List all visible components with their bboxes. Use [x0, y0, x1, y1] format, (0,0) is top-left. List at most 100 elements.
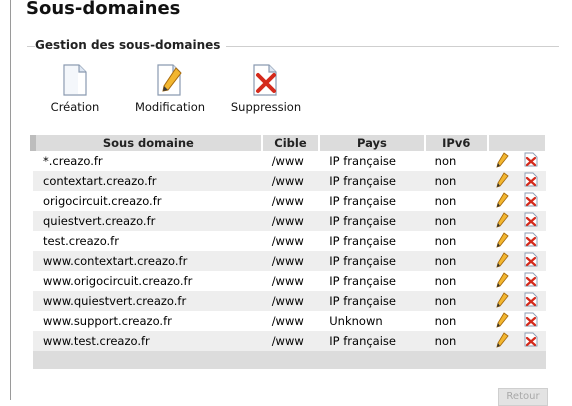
table-row: *.creazo.fr/www IP française non [33, 151, 546, 171]
modify-label: Modification [134, 100, 206, 114]
cell-country: IP française [319, 231, 425, 251]
cell-target: /www [261, 311, 320, 331]
cell-ipv6: non [424, 331, 488, 351]
table-row: origocircuit.creazo.fr/www IP française no… [33, 191, 546, 211]
pencil-icon[interactable] [495, 291, 509, 311]
delete-icon[interactable] [524, 192, 538, 210]
cell-subdomain: contextart.creazo.fr [33, 171, 262, 191]
cell-country: IP française [319, 251, 425, 271]
delete-icon[interactable] [524, 312, 538, 330]
subdomains-table: Sous domaine Cible Pays IPv6 *.creazo.fr… [30, 135, 548, 369]
column-header-target: Cible [261, 135, 321, 151]
cell-edit [487, 331, 517, 351]
delete-label: Suppression [230, 100, 302, 114]
left-frame-border [0, 0, 11, 400]
cell-target: /www [261, 291, 320, 311]
cell-delete [516, 271, 546, 291]
create-button[interactable]: Création [48, 64, 102, 114]
cell-ipv6: non [424, 211, 488, 231]
cell-target: /www [261, 211, 320, 231]
pencil-icon[interactable] [495, 271, 509, 291]
delete-icon[interactable] [524, 152, 538, 170]
pencil-icon[interactable] [495, 251, 509, 271]
cell-ipv6: non [424, 231, 488, 251]
cell-edit [487, 231, 517, 251]
column-header-actions [487, 135, 548, 151]
pencil-icon[interactable] [495, 211, 509, 231]
page-title: Sous-domaines [26, 0, 181, 19]
cell-country: IP française [319, 211, 425, 231]
delete-button[interactable]: Suppression [228, 64, 304, 114]
create-label: Création [50, 100, 100, 114]
column-header-ipv6: IPv6 [424, 135, 489, 151]
delete-document-icon [228, 64, 304, 96]
delete-icon[interactable] [524, 292, 538, 310]
pencil-icon[interactable] [495, 151, 509, 171]
cell-delete [516, 151, 546, 171]
cell-ipv6: non [424, 171, 488, 191]
table-row: www.origocircuit.creazo.fr/www IP françai… [33, 271, 546, 291]
table-footer [33, 351, 546, 369]
cell-subdomain: www.test.creazo.fr [33, 331, 262, 351]
table-header-row: Sous domaine Cible Pays IPv6 [30, 135, 548, 151]
back-button[interactable]: Retour [498, 388, 548, 406]
cell-delete [516, 251, 546, 271]
cell-subdomain: www.origocircuit.creazo.fr [33, 271, 262, 291]
delete-icon[interactable] [524, 172, 538, 190]
table-row: www.support.creazo.fr/www Unknown non [33, 311, 546, 331]
modify-button[interactable]: Modification [134, 64, 206, 114]
pencil-icon[interactable] [495, 331, 509, 351]
document-icon [48, 64, 102, 96]
pencil-icon[interactable] [495, 311, 509, 331]
delete-icon[interactable] [524, 212, 538, 230]
pencil-icon[interactable] [495, 171, 509, 191]
cell-edit [487, 311, 517, 331]
cell-edit [487, 191, 517, 211]
cell-target: /www [261, 171, 320, 191]
cell-delete [516, 211, 546, 231]
cell-ipv6: non [424, 191, 488, 211]
delete-icon[interactable] [524, 232, 538, 250]
cell-subdomain: www.contextart.creazo.fr [33, 251, 262, 271]
table-row: www.test.creazo.fr/www IP française non [33, 331, 546, 351]
cell-ipv6: non [424, 251, 488, 271]
cell-target: /www [261, 331, 320, 351]
cell-edit [487, 271, 517, 291]
cell-ipv6: non [424, 291, 488, 311]
cell-edit [487, 151, 517, 171]
cell-ipv6: non [424, 271, 488, 291]
pencil-icon[interactable] [495, 191, 509, 211]
cell-country: IP française [319, 191, 425, 211]
cell-subdomain: origocircuit.creazo.fr [33, 191, 262, 211]
table-row: contextart.creazo.fr/www IP française non [33, 171, 546, 191]
table-row: quiestvert.creazo.fr/www IP française non [33, 211, 546, 231]
cell-delete [516, 171, 546, 191]
table-row: www.contextart.creazo.fr/www IP française… [33, 251, 546, 271]
delete-icon[interactable] [524, 272, 538, 290]
delete-icon[interactable] [524, 252, 538, 270]
cell-delete [516, 311, 546, 331]
cell-ipv6: non [424, 311, 488, 331]
cell-country: IP française [319, 291, 425, 311]
cell-subdomain: www.quiestvert.creazo.fr [33, 291, 262, 311]
table-row: test.creazo.fr/www IP française non [33, 231, 546, 251]
pencil-icon[interactable] [495, 231, 509, 251]
cell-subdomain: www.support.creazo.fr [33, 311, 262, 331]
cell-edit [487, 251, 517, 271]
cell-target: /www [261, 191, 320, 211]
cell-subdomain: test.creazo.fr [33, 231, 262, 251]
cell-country: IP française [319, 271, 425, 291]
edit-document-icon [134, 64, 206, 96]
cell-subdomain: *.creazo.fr [33, 151, 262, 171]
column-header-subdomain: Sous domaine [30, 135, 263, 151]
delete-icon[interactable] [524, 332, 538, 350]
cell-delete [516, 191, 546, 211]
cell-edit [487, 291, 517, 311]
cell-target: /www [261, 151, 320, 171]
cell-edit [487, 211, 517, 231]
cell-country: Unknown [319, 311, 425, 331]
table-row: www.quiestvert.creazo.fr/www IP française… [33, 291, 546, 311]
cell-delete [516, 331, 546, 351]
cell-delete [516, 291, 546, 311]
cell-target: /www [261, 231, 320, 251]
